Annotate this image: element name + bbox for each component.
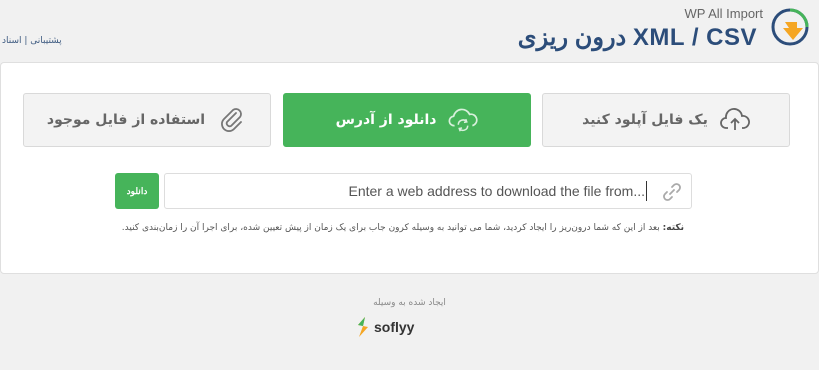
note-text: بعد از این که شما درون‌ریز را ایجاد کردی… xyxy=(121,223,663,233)
download-from-url-option[interactable]: دانلود از آدرس xyxy=(283,93,531,147)
note-label: نکته: xyxy=(662,223,684,233)
upload-file-option[interactable]: یک فایل آپلود کنید xyxy=(542,93,790,147)
support-links[interactable]: پشتیبانی | اسناد xyxy=(2,36,62,46)
created-by-label: ایجاد شده به وسیله xyxy=(373,298,446,308)
cloud-upload-icon xyxy=(720,105,750,135)
cloud-sync-icon xyxy=(448,105,479,135)
product-name: WP All Import xyxy=(684,6,763,21)
paperclip-icon xyxy=(217,105,247,135)
download-button[interactable]: دانلود xyxy=(115,173,159,209)
title-block: WP All Import درون ریزی XML / CSV xyxy=(517,6,763,52)
download-from-url-label: دانلود از آدرس xyxy=(335,112,437,128)
brand-name: soflyy xyxy=(374,319,415,335)
url-input[interactable]: Enter a web address to download the file… xyxy=(164,173,692,209)
text-caret xyxy=(646,181,647,201)
soflyy-logo-icon xyxy=(358,317,368,337)
soflyy-brand[interactable]: soflyy xyxy=(356,316,414,338)
use-existing-file-label: استفاده از فایل موجود xyxy=(46,112,206,128)
url-input-placeholder: Enter a web address to download the file… xyxy=(348,183,646,199)
page-title: درون ریزی XML / CSV xyxy=(517,24,757,51)
page-header: پشتیبانی | اسناد WP All Import درون ریزی… xyxy=(0,0,819,62)
wp-all-import-logo-icon xyxy=(771,8,809,46)
scheduling-note: نکته: بعد از این که شما درون‌ریز را ایجا… xyxy=(122,223,684,233)
import-panel: یک فایل آپلود کنید دانلود از آدرس استفاد… xyxy=(0,62,819,274)
use-existing-file-option[interactable]: استفاده از فایل موجود xyxy=(23,93,271,147)
url-download-row: دانلود Enter a web address to download t… xyxy=(115,173,695,209)
upload-file-label: یک فایل آپلود کنید xyxy=(582,112,708,128)
link-icon xyxy=(663,183,681,201)
